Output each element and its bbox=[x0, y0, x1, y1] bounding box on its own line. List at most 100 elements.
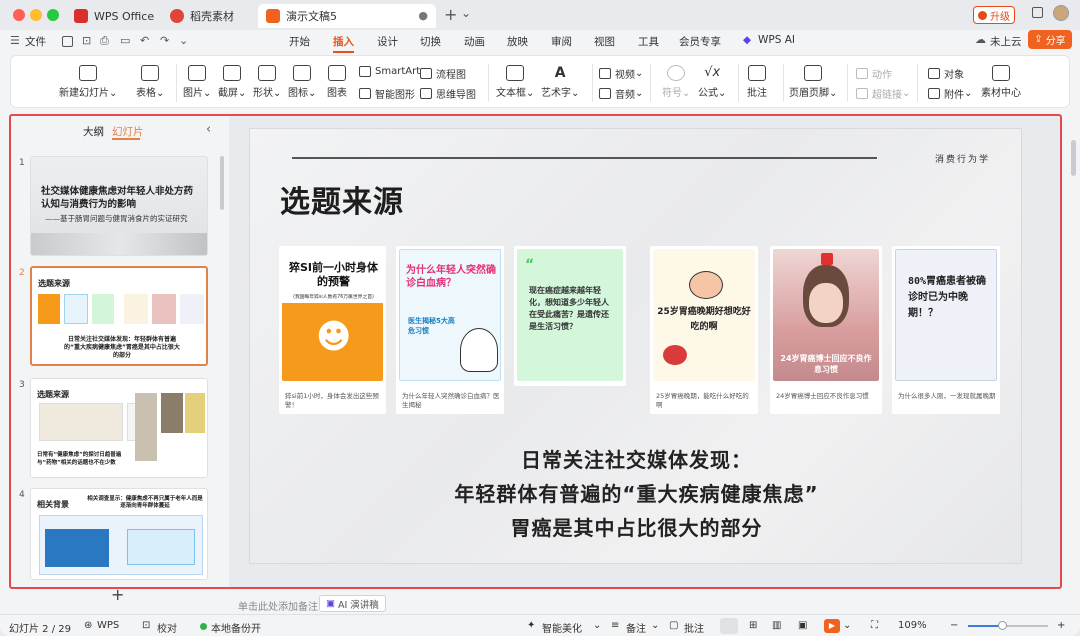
table-button[interactable]: 表格⌄ bbox=[136, 65, 164, 99]
zoom-level[interactable]: 109% bbox=[898, 620, 927, 631]
redo-icon[interactable]: ↷ bbox=[160, 34, 169, 47]
zoom-out-icon[interactable]: − bbox=[950, 620, 958, 631]
hamburger-menu-icon[interactable]: ☰ bbox=[10, 34, 20, 47]
tab-docer-material[interactable]: 稻壳素材 bbox=[162, 4, 256, 28]
presenter-view-icon[interactable]: ▣ bbox=[798, 620, 807, 631]
hyperlink-button[interactable]: 超链接 ⌄ bbox=[856, 86, 910, 101]
comment-button[interactable]: 批注 bbox=[747, 65, 767, 99]
notes-toggle-button[interactable]: 备注 bbox=[626, 620, 646, 635]
fit-window-icon[interactable]: ⛶ bbox=[871, 620, 878, 631]
dropdown-arrow-icon[interactable]: ⌄ bbox=[593, 620, 601, 631]
menu-bar: ☰ 文件 ⊡ ⎙ ▭ ↶ ↷ ⌄ 开始 插入 设计 切换 动画 放映 审阅 视图… bbox=[0, 30, 1080, 53]
zoom-window-button[interactable] bbox=[47, 9, 59, 21]
dropdown-arrow-icon: ⌄ bbox=[156, 88, 165, 99]
zoom-in-icon[interactable]: + bbox=[1057, 620, 1065, 631]
canvas-scrollbar[interactable] bbox=[1071, 140, 1076, 176]
dropdown-arrow-icon[interactable]: ⌄ bbox=[651, 620, 659, 631]
zoom-slider-handle[interactable] bbox=[997, 621, 1007, 630]
flowchart-button[interactable]: 流程图 bbox=[420, 66, 466, 81]
video-button[interactable]: 视频 ⌄ bbox=[599, 66, 643, 81]
local-backup-button[interactable]: 本地备份开 bbox=[211, 620, 261, 635]
menu-start[interactable]: 开始 bbox=[289, 34, 310, 49]
menu-insert[interactable]: 插入 bbox=[333, 34, 354, 53]
docer-logo-icon bbox=[170, 9, 184, 23]
object-icon bbox=[928, 68, 940, 79]
mindmap-button[interactable]: 思维导图 bbox=[420, 86, 476, 101]
icon-button[interactable]: 图标⌄ bbox=[288, 65, 316, 99]
reading-view-icon[interactable]: ▥ bbox=[772, 620, 781, 631]
menu-review[interactable]: 审阅 bbox=[551, 34, 572, 49]
normal-view-button[interactable] bbox=[720, 618, 738, 634]
undo-icon[interactable]: ↶ bbox=[140, 34, 149, 47]
menu-tools[interactable]: 工具 bbox=[638, 34, 659, 49]
tab-list-chevron-icon[interactable]: ⌄ bbox=[461, 6, 471, 20]
wordart-button[interactable]: A 艺术字⌄ bbox=[541, 65, 579, 99]
tab-presentation[interactable]: 演示文稿5 ● bbox=[258, 4, 436, 28]
dropdown-arrow-icon[interactable]: ⌄ bbox=[843, 620, 851, 631]
menu-wps-ai[interactable]: WPS AI bbox=[758, 34, 795, 46]
divider bbox=[176, 64, 177, 102]
play-slideshow-icon[interactable]: ▶ bbox=[824, 619, 840, 633]
new-slide-button[interactable]: 新建幻灯片⌄ bbox=[59, 65, 117, 99]
smart-graphic-button[interactable]: 智能图形 bbox=[359, 86, 415, 101]
wps-logo-icon: ⊛ bbox=[84, 620, 93, 631]
divider bbox=[592, 64, 593, 102]
smart-beautify-button[interactable]: 智能美化 bbox=[542, 620, 582, 635]
proofread-button[interactable]: 校对 bbox=[157, 620, 177, 635]
notes-placeholder[interactable]: 单击此处添加备注 bbox=[238, 598, 318, 613]
object-label: 对象 bbox=[944, 70, 964, 81]
wps-status-button[interactable]: WPS bbox=[97, 620, 119, 631]
formula-icon: √x bbox=[704, 65, 721, 80]
menu-file[interactable]: 文件 bbox=[25, 34, 46, 49]
chart-button[interactable]: 图表 bbox=[327, 65, 347, 99]
smartart-button[interactable]: SmartArt bbox=[359, 66, 420, 77]
share-icon: ⇪ bbox=[1034, 34, 1043, 45]
upgrade-label: 升级 bbox=[990, 11, 1010, 23]
picture-button[interactable]: 图片⌄ bbox=[183, 65, 211, 99]
export-pdf-icon[interactable]: ⊡ bbox=[82, 34, 91, 47]
minimize-window-button[interactable] bbox=[30, 9, 42, 21]
menu-member[interactable]: 会员专享 bbox=[679, 34, 721, 49]
selection-highlight-frame bbox=[9, 114, 1062, 589]
attachment-button[interactable]: 附件 ⌄ bbox=[928, 86, 972, 101]
shape-label: 形状 bbox=[253, 88, 273, 99]
window-mode-icon[interactable] bbox=[1032, 7, 1043, 18]
audio-button[interactable]: 音频 ⌄ bbox=[599, 86, 643, 101]
menu-transition[interactable]: 切换 bbox=[420, 34, 441, 49]
scissors-icon bbox=[223, 65, 242, 81]
slide-sorter-view-icon[interactable]: ⊞ bbox=[749, 620, 757, 631]
symbol-label: 符号 bbox=[662, 88, 682, 99]
ai-speech-button[interactable]: ▣ AI 演讲稿 bbox=[319, 595, 386, 612]
print-icon[interactable]: ⎙ bbox=[100, 34, 109, 48]
avatar[interactable] bbox=[1053, 5, 1069, 21]
menu-slideshow[interactable]: 放映 bbox=[507, 34, 528, 49]
zoom-slider[interactable] bbox=[968, 621, 1048, 630]
tab-wps-office[interactable]: WPS Office bbox=[66, 4, 160, 28]
action-button[interactable]: 动作 bbox=[856, 66, 892, 81]
more-quick-actions-icon[interactable]: ⌄ bbox=[179, 34, 188, 47]
shape-button[interactable]: 形状⌄ bbox=[253, 65, 281, 99]
menu-animation[interactable]: 动画 bbox=[464, 34, 485, 49]
symbol-button[interactable]: 符号⌄ bbox=[662, 65, 690, 99]
table-icon bbox=[141, 65, 160, 81]
share-button[interactable]: ⇪ 分享 bbox=[1028, 30, 1072, 49]
screenshot-button[interactable]: 截屏⌄ bbox=[218, 65, 246, 99]
save-icon[interactable] bbox=[62, 36, 73, 47]
upgrade-button[interactable]: 升级 bbox=[973, 6, 1015, 24]
screenshot-label: 截屏 bbox=[218, 88, 238, 99]
header-footer-button[interactable]: 页眉页脚⌄ bbox=[789, 65, 837, 99]
object-button[interactable]: 对象 bbox=[928, 66, 964, 81]
menu-view[interactable]: 视图 bbox=[594, 34, 615, 49]
picture-icon bbox=[188, 65, 207, 81]
new-tab-button[interactable]: + bbox=[444, 5, 457, 24]
comments-toggle-button[interactable]: 批注 bbox=[684, 620, 704, 635]
material-center-button[interactable]: 素材中心 bbox=[981, 65, 1021, 99]
close-window-button[interactable] bbox=[13, 9, 25, 21]
formula-button[interactable]: √x 公式⌄ bbox=[698, 65, 726, 99]
print-preview-icon[interactable]: ▭ bbox=[120, 34, 130, 47]
close-tab-icon[interactable]: ● bbox=[418, 9, 428, 22]
menu-design[interactable]: 设计 bbox=[377, 34, 398, 49]
textbox-button[interactable]: 文本框⌄ bbox=[496, 65, 534, 99]
tab-label: 稻壳素材 bbox=[190, 10, 234, 23]
cloud-status-button[interactable]: 未上云 bbox=[990, 34, 1022, 49]
